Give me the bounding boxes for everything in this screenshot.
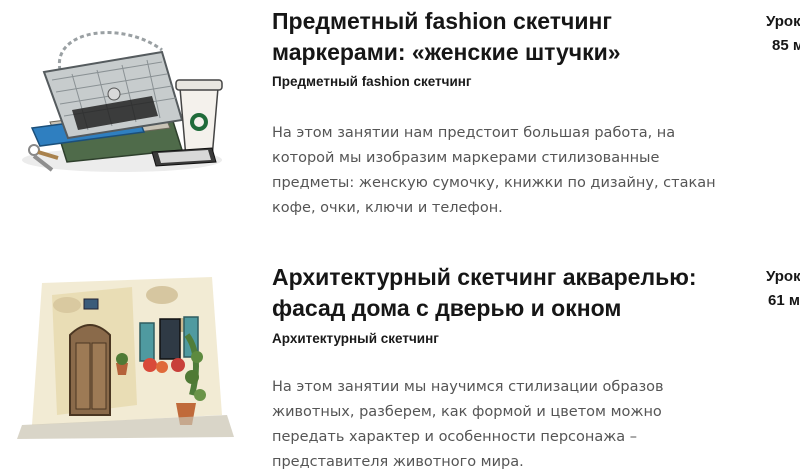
watercolor-house-facade-image [12,265,238,440]
lesson-category[interactable]: Предметный fashion скетчинг [272,74,472,89]
lesson-description: На этом занятии мы научимся стилизации о… [272,379,664,470]
lesson-duration: 61 м [768,292,800,309]
lesson-meta: Урок 85 м [766,10,800,58]
lesson-card[interactable]: Архитектурный скетчинг акварелью: фасад … [0,255,800,470]
lesson-description: На этом занятии нам предстоит большая ра… [272,125,716,216]
lesson-thumbnail-fashion[interactable] [12,10,238,182]
lesson-duration: 85 м [772,37,800,54]
lesson-card[interactable]: Предметный fashion скетчинг маркерами: «… [0,0,800,230]
lesson-title[interactable]: Предметный fashion скетчинг маркерами: «… [272,6,742,68]
lesson-title[interactable]: Архитектурный скетчинг акварелью: фасад … [272,262,742,324]
lesson-category[interactable]: Архитектурный скетчинг [272,331,439,346]
lesson-meta-label: Урок [766,268,800,285]
lesson-meta: Урок 61 м [766,265,800,313]
marker-sketch-bag-books-coffee-image [12,10,238,182]
lesson-meta-label: Урок [766,13,800,30]
lesson-thumbnail-architecture[interactable] [12,265,238,440]
